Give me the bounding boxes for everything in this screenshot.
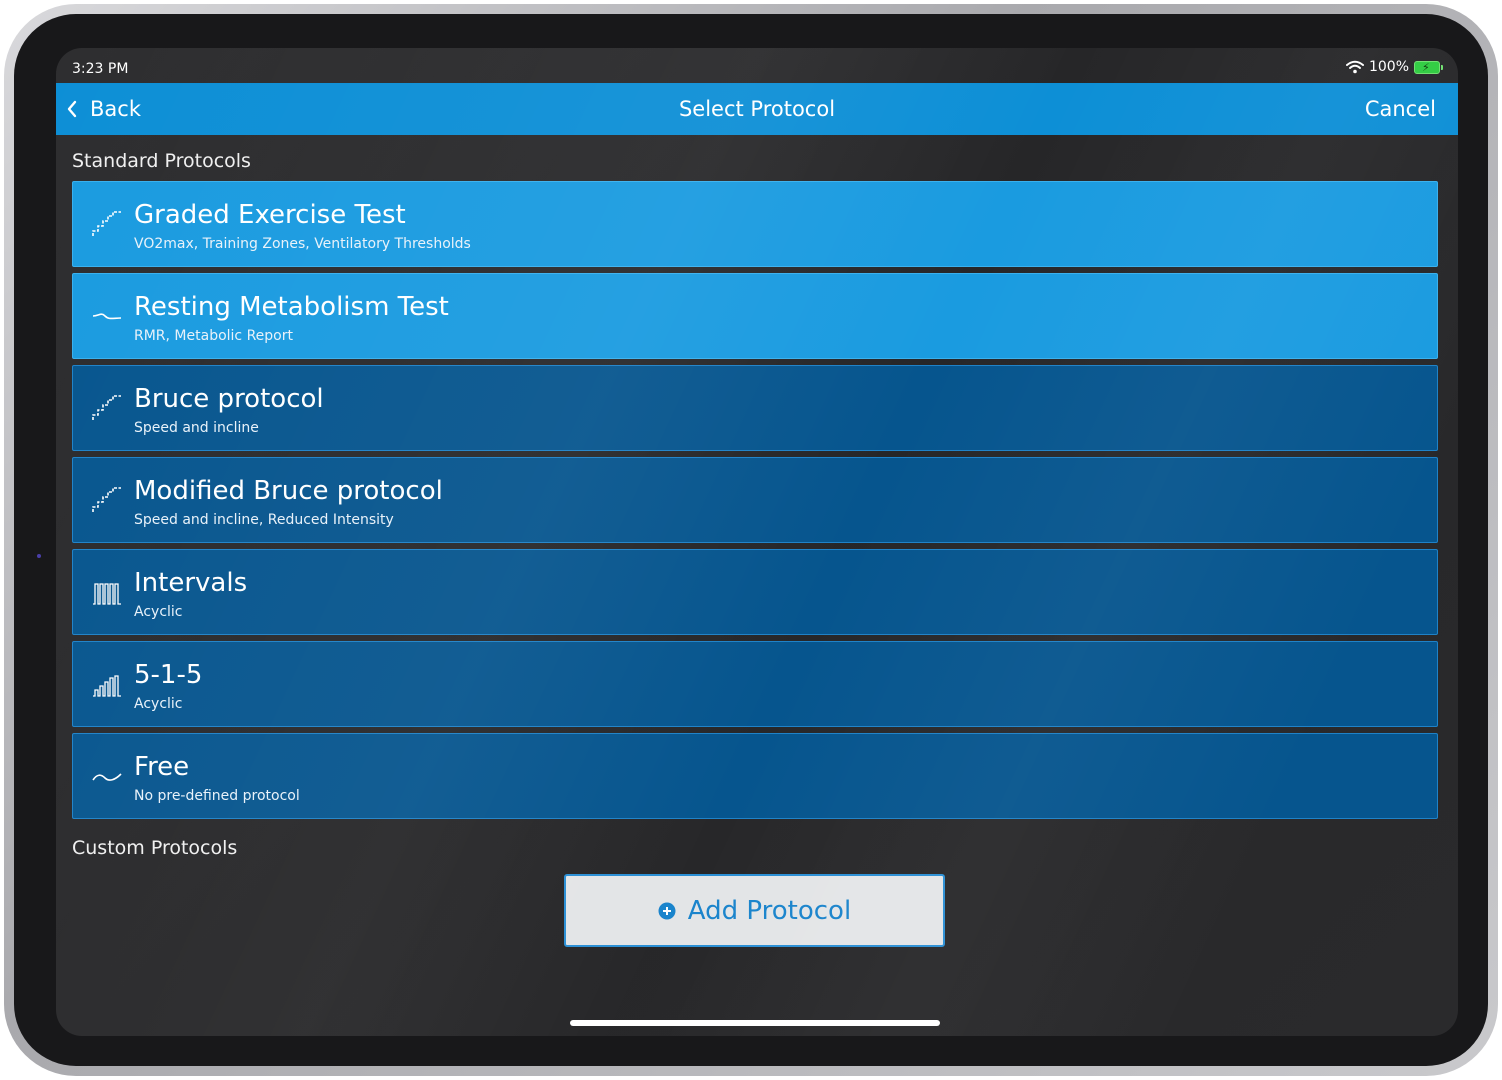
- stairs-icon: [92, 395, 121, 420]
- back-button[interactable]: Back: [66, 83, 141, 135]
- status-bar: 3:23 PM 100% ⚡: [56, 48, 1458, 82]
- protocol-row-bruce-protocol[interactable]: Bruce protocol Speed and incline: [72, 365, 1438, 451]
- protocol-title: Modified Bruce protocol: [134, 476, 443, 506]
- protocol-subtitle: Speed and incline: [134, 420, 259, 436]
- cancel-button[interactable]: Cancel: [1365, 83, 1436, 135]
- status-indicators: 100% ⚡: [1345, 59, 1443, 75]
- standard-protocols-heading: Standard Protocols: [72, 150, 251, 172]
- camera-dot: [37, 554, 41, 558]
- protocol-title: Resting Metabolism Test: [134, 292, 449, 322]
- status-time: 3:23 PM: [72, 61, 129, 77]
- standard-protocol-list: Graded Exercise Test VO2max, Training Zo…: [72, 181, 1438, 825]
- home-indicator[interactable]: [570, 1020, 940, 1026]
- battery-icon: ⚡: [1414, 60, 1443, 74]
- protocol-row-graded-exercise-test[interactable]: Graded Exercise Test VO2max, Training Zo…: [72, 181, 1438, 267]
- page-title: Select Protocol: [678, 97, 836, 121]
- protocol-row-resting-metabolism-test[interactable]: Resting Metabolism Test RMR, Metabolic R…: [72, 273, 1438, 359]
- flat-curve-icon: [92, 313, 122, 320]
- protocol-row-5-1-5[interactable]: 5-1-5 Acyclic: [72, 641, 1438, 727]
- protocol-title: Free: [134, 752, 190, 782]
- wave-icon: [92, 773, 122, 781]
- navigation-bar: Select Protocol Back Cancel: [56, 83, 1458, 135]
- screen: 3:23 PM 100% ⚡ Select Protocol Back Canc…: [56, 48, 1458, 1036]
- protocol-title: Bruce protocol: [134, 384, 324, 414]
- protocol-subtitle: No pre-defined protocol: [134, 788, 300, 804]
- protocol-subtitle: RMR, Metabolic Report: [134, 328, 293, 344]
- add-protocol-button[interactable]: Add Protocol: [564, 874, 945, 947]
- add-protocol-label: Add Protocol: [687, 895, 852, 926]
- protocol-row-free[interactable]: Free No pre-defined protocol: [72, 733, 1438, 819]
- stairs-icon: [92, 487, 121, 512]
- stairs-icon: [92, 211, 121, 236]
- tablet-frame: 3:23 PM 100% ⚡ Select Protocol Back Canc…: [4, 4, 1498, 1076]
- protocol-title: Intervals: [134, 568, 248, 598]
- back-label: Back: [90, 97, 141, 121]
- protocol-subtitle: Acyclic: [134, 604, 183, 620]
- protocol-row-intervals[interactable]: Intervals Acyclic: [72, 549, 1438, 635]
- ramp-intervals-icon: [93, 675, 121, 697]
- protocol-title: Graded Exercise Test: [134, 200, 406, 230]
- battery-percent: 100%: [1368, 59, 1409, 75]
- wifi-icon: [1345, 60, 1364, 74]
- plus-circle-icon: [658, 902, 676, 919]
- custom-protocols-heading: Custom Protocols: [72, 837, 238, 859]
- protocol-subtitle: Acyclic: [134, 696, 183, 712]
- protocol-subtitle: VO2max, Training Zones, Ventilatory Thre…: [134, 236, 471, 252]
- protocol-row-modified-bruce-protocol[interactable]: Modified Bruce protocol Speed and inclin…: [72, 457, 1438, 543]
- intervals-icon: [93, 583, 121, 605]
- chevron-left-icon: [67, 100, 77, 118]
- protocol-title: 5-1-5: [134, 660, 203, 690]
- protocol-subtitle: Speed and incline, Reduced Intensity: [134, 512, 394, 528]
- charging-bolt-icon: ⚡: [1422, 60, 1430, 74]
